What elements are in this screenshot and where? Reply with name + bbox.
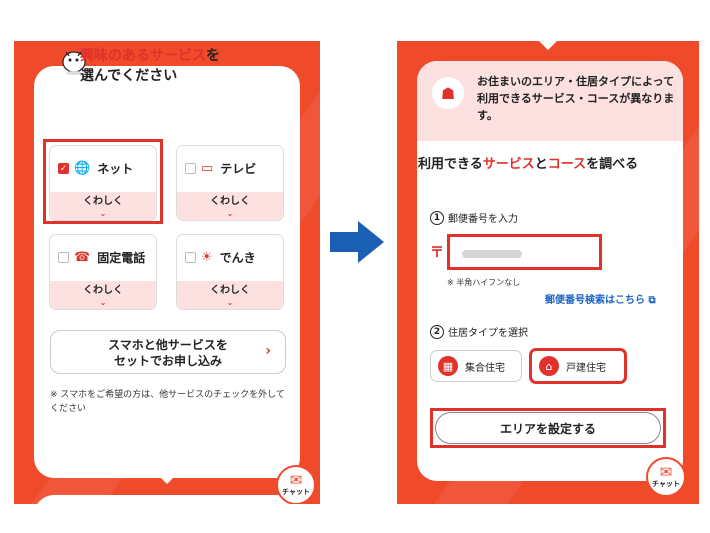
chat-icon: ✉ [289,471,303,489]
lightbulb-icon: ☀ [201,250,213,265]
set-area-button[interactable]: エリアを設定する [430,408,666,448]
service-name: テレビ [220,162,257,176]
chevron-down-icon: ⌄ [226,298,234,307]
type-house-button[interactable]: ⌂ 戸建住宅 [529,348,627,384]
zip-search-text: 郵便番号検索はこちら [545,295,645,306]
step-label: 郵便番号を入力 [448,214,518,225]
next-card-edge [34,495,300,504]
zip-value-blurred [462,250,522,258]
zip-input[interactable] [447,234,602,270]
details-toggle[interactable]: くわしく ⌄ [50,281,156,309]
bundle-note: ※ スマホをご希望の方は、他サービスのチェックを外してください [50,390,285,414]
service-name: 固定電話 [97,251,146,265]
bundle-apply-button[interactable]: スマホと他サービスを セットでお申し込み › [50,330,286,374]
chevron-right-icon: › [265,343,271,359]
title-mid: と [534,157,548,172]
checkbox-icon[interactable] [185,252,196,263]
title-line2: 選んでください [80,68,178,84]
checkbox-icon[interactable] [58,252,69,263]
details-toggle[interactable]: くわしく ⌄ [177,281,283,309]
bundle-line2: セットでお申し込み [113,354,222,368]
external-link-icon: ⧉ [648,295,656,306]
service-name: でんき [219,251,256,265]
title-post: を調べる [586,157,639,172]
details-label: くわしく [210,285,250,296]
step-1: 1 郵便番号を入力 [430,210,518,225]
page-title: 興味のあるサービスを 選んでください [80,46,220,86]
type-label: 集合住宅 [465,362,505,374]
house-icon: ⌂ [539,356,559,376]
step-number: 2 [430,324,444,339]
details-label: くわしく [83,285,123,296]
house-icon: ☗ [432,77,464,109]
service-tile-phone[interactable]: ☎ 固定電話 くわしく ⌄ [49,234,157,310]
zip-hint: ※ 半角ハイフンなし [447,278,521,287]
chat-button[interactable]: ✉ チャット [646,457,686,497]
arrow-right-icon [330,221,384,263]
step-label: 住居タイプを選択 [448,328,528,339]
step-2: 2 住居タイプを選択 [430,324,528,339]
service-tile-tv[interactable]: ▭ テレビ くわしく ⌄ [176,145,284,221]
details-label: くわしく [210,196,250,207]
info-text: お住まいのエリア・住居タイプによって利用できるサービス・コースが異なります。 [477,75,675,122]
apartment-icon: ▦ [438,356,458,376]
title-pre: 利用できる [418,157,483,172]
details-toggle[interactable]: くわしく ⌄ [177,192,283,220]
postal-mark-icon: 〒 [430,245,444,261]
title-course: コース [547,157,587,172]
checkbox-icon[interactable] [185,163,196,174]
service-tile-electric[interactable]: ☀ でんき くわしく ⌄ [176,234,284,310]
zip-search-link[interactable]: 郵便番号検索はこちら ⧉ [545,291,656,306]
chevron-down-icon: ⌄ [226,209,234,218]
title-highlight: 興味のあるサービス [80,48,206,64]
info-banner: ☗ お住まいのエリア・住居タイプによって利用できるサービス・コースが異なります。 [417,61,683,141]
set-area-label: エリアを設定する [499,421,596,436]
step-number: 1 [430,210,444,225]
type-apartment-button[interactable]: ▦ 集合住宅 [430,350,522,382]
top-notch [539,41,557,50]
title-rest: を [206,48,220,64]
highlight-frame [43,139,163,224]
chevron-down-icon: ⌄ [99,298,107,307]
chat-icon: ✉ [659,463,673,481]
chat-button[interactable]: ✉ チャット [276,465,316,504]
card-notch [158,475,176,484]
chat-label: チャット [282,488,310,496]
phone-icon: ☎ [74,250,91,265]
area-title: 利用できるサービスとコースを調べる [418,155,680,175]
title-service: サービス [482,157,535,172]
bundle-line1: スマホと他サービスを [108,338,228,352]
chat-label: チャット [652,480,680,488]
tv-icon: ▭ [201,161,214,176]
type-label: 戸建住宅 [566,362,606,374]
